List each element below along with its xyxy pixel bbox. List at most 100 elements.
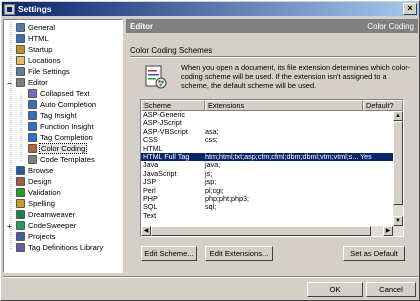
default-cell <box>358 136 393 144</box>
tree-item-label: HTML <box>28 34 49 43</box>
extensions-cell: jsp; <box>205 178 217 187</box>
tag-completion-icon <box>28 133 37 142</box>
collapse-icon[interactable]: − <box>7 79 12 88</box>
html-icon <box>16 34 25 43</box>
auto-completion-icon <box>28 100 37 109</box>
tree-item-label: CodeSweeper <box>28 221 77 230</box>
tree-item-auto-completion[interactable]: Auto Completion <box>28 99 96 110</box>
tree-item-locations[interactable]: Locations <box>16 55 61 66</box>
extensions-cell: asa; <box>205 127 219 136</box>
tree-item-collapsed-text[interactable]: Collapsed Text <box>28 88 90 99</box>
tree-item-codesweeper[interactable]: CodeSweeper <box>16 220 76 231</box>
tag-library-icon <box>16 243 25 252</box>
tree-item-validation[interactable]: Validation <box>16 187 61 198</box>
tree-item-tag-completion[interactable]: Tag Completion <box>28 132 93 143</box>
default-cell <box>358 212 393 220</box>
scroll-left-icon[interactable]: ◀ <box>141 226 151 236</box>
tag-insight-icon <box>28 111 37 120</box>
table-row[interactable]: JSP jsp; <box>141 178 393 186</box>
file-settings-icon <box>16 67 25 76</box>
default-cell <box>358 203 393 211</box>
table-row[interactable]: ASP-Generic <box>141 111 393 119</box>
settings-app-icon <box>4 3 15 15</box>
tree-item-label: Validation <box>28 188 61 197</box>
browse-icon <box>16 166 25 175</box>
tree-item-label: Code Templates <box>40 155 95 164</box>
table-row[interactable]: Perl pl;cgi; <box>141 187 393 195</box>
extensions-cell: php;pht;php3; <box>205 194 249 203</box>
design-icon <box>16 177 25 186</box>
table-row[interactable]: ASP-VBScript asa; <box>141 128 393 136</box>
table-row[interactable]: HTML Full Tag htm;html;txt;asp;cfm;cfml;d… <box>141 152 393 162</box>
horizontal-scroll-thumb[interactable] <box>151 226 371 236</box>
settings-tree[interactable]: General HTML Startup Locations File Settings… <box>3 19 123 273</box>
cancel-button[interactable]: Cancel <box>366 282 416 297</box>
function-insight-icon <box>28 122 37 131</box>
tree-item-label: Locations <box>28 56 61 65</box>
tree-item-browse[interactable]: Browse <box>16 165 53 176</box>
edit-scheme-button[interactable]: Edit Scheme... <box>141 246 197 261</box>
default-cell: Yes <box>360 152 372 161</box>
tree-item-code-templates[interactable]: Code Templates <box>28 154 95 165</box>
table-row[interactable]: JavaScript js; <box>141 170 393 178</box>
window-title: Settings <box>18 4 52 14</box>
extensions-cell: sql; <box>205 203 217 212</box>
vertical-scroll-thumb[interactable] <box>393 121 403 205</box>
default-cell <box>358 195 393 203</box>
scheme-cell: Perl <box>143 186 156 195</box>
tree-item-function-insight[interactable]: Function Insight <box>28 121 94 132</box>
scroll-down-icon[interactable]: ▼ <box>393 216 403 226</box>
set-as-default-button[interactable]: Set as Default <box>343 246 405 261</box>
vertical-scrollbar[interactable]: ▲ ▼ <box>393 111 403 226</box>
scheme-list[interactable]: Scheme Extensions Default? ASP-Generic AS… <box>140 99 404 237</box>
table-row[interactable]: HTML <box>141 145 393 153</box>
table-row[interactable]: Java java; <box>141 161 393 169</box>
extensions-cell: java; <box>205 161 221 170</box>
close-button[interactable]: × <box>403 3 417 15</box>
ok-button[interactable]: OK <box>307 282 363 297</box>
default-cell <box>358 178 393 186</box>
column-header-scheme[interactable]: Scheme <box>141 100 205 111</box>
tree-item-label: Browse <box>28 166 54 175</box>
scroll-up-icon[interactable]: ▲ <box>393 111 403 121</box>
tree-item-startup[interactable]: Startup <box>16 44 52 55</box>
tree-item-label: File Settings <box>28 67 70 76</box>
tree-item-label: Auto Completion <box>40 100 97 109</box>
scheme-cell: SQL <box>143 203 158 212</box>
code-templates-icon <box>28 155 37 164</box>
edit-extensions-button[interactable]: Edit Extensions... <box>205 246 273 261</box>
scroll-right-icon[interactable]: ▶ <box>383 226 393 236</box>
expand-icon[interactable]: + <box>7 222 12 231</box>
horizontal-scrollbar[interactable]: ◀ ▶ <box>141 226 403 236</box>
list-body[interactable]: ASP-Generic ASP-JScript ASP-VBScript asa; CS… <box>141 111 393 226</box>
tree-item-html[interactable]: HTML <box>16 33 49 44</box>
table-row[interactable]: SQL sql; <box>141 203 393 211</box>
table-row[interactable]: PHP php;pht;php3; <box>141 195 393 203</box>
collapsed-text-icon <box>28 89 37 98</box>
column-header-extensions[interactable]: Extensions <box>205 100 363 111</box>
tree-item-design[interactable]: Design <box>16 176 52 187</box>
tree-item-general[interactable]: General <box>16 22 55 33</box>
table-row[interactable]: CSS css; <box>141 136 393 144</box>
tree-item-dreamweaver[interactable]: Dreamweaver <box>16 209 75 220</box>
default-cell <box>358 111 393 119</box>
document-color-icon <box>145 65 167 89</box>
tree-item-projects[interactable]: Projects <box>16 231 55 242</box>
tree-item-spelling[interactable]: Spelling <box>16 198 55 209</box>
tree-item-color-coding[interactable]: Color Coding <box>28 143 88 154</box>
table-row[interactable]: Text <box>141 212 393 220</box>
tree-item-tag-definitions-library[interactable]: Tag Definitions Library <box>16 242 103 253</box>
general-icon <box>16 23 25 32</box>
extensions-cell: js; <box>205 169 213 178</box>
spelling-icon <box>16 199 25 208</box>
tree-item-editor[interactable]: Editor <box>16 77 48 88</box>
scheme-cell: Java <box>143 161 159 170</box>
tree-item-label: General <box>28 23 56 32</box>
table-row[interactable]: ASP-JScript <box>141 119 393 127</box>
tree-item-label: Projects <box>28 232 56 241</box>
tree-item-label: Collapsed Text <box>40 89 90 98</box>
title-bar[interactable]: Settings × <box>2 2 419 16</box>
tree-item-file-settings[interactable]: File Settings <box>16 66 70 77</box>
tree-item-tag-insight[interactable]: Tag Insight <box>28 110 77 121</box>
column-header-default[interactable]: Default? <box>363 100 403 111</box>
